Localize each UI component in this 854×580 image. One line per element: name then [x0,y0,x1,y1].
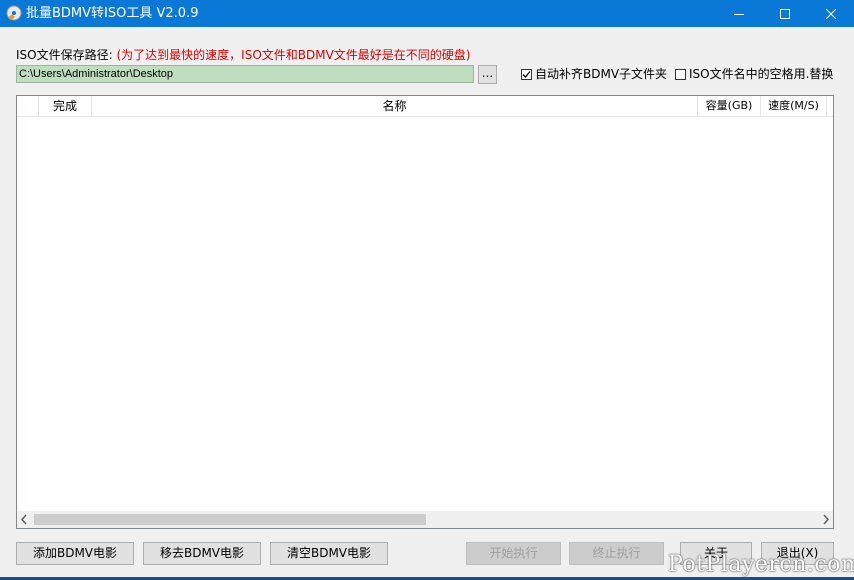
column-header-name[interactable]: 名称 [92,96,698,116]
browse-button[interactable]: ... [478,65,497,84]
column-header-speed[interactable]: 速度(M/S) [761,96,827,116]
title-bar: 批量BDMV转ISO工具 V2.0.9 [0,0,854,27]
stop-button[interactable]: 终止执行 [569,542,664,565]
path-note: (为了达到最快的速度，ISO文件和BDMV文件最好是在不同的硬盘) [116,48,471,62]
checkbox-unchecked-icon[interactable] [675,68,686,80]
watermark: PotPlayercn.com [668,552,854,577]
window-title: 批量BDMV转ISO工具 V2.0.9 [26,6,199,21]
checkbox-checked-icon[interactable] [521,68,532,80]
iso-save-path-input[interactable]: C:\Users\Administrator\Desktop [16,65,474,83]
remove-bdmv-button[interactable]: 移去BDMV电影 [143,542,261,565]
replace-spaces-label: ISO文件名中的空格用.替换 [689,67,834,81]
add-bdmv-button[interactable]: 添加BDMV电影 [16,542,134,565]
bdmv-list[interactable]: 完成 名称 容量(GB) 速度(M/S) [16,95,834,529]
scroll-left-icon[interactable] [20,514,28,528]
replace-spaces-checkbox[interactable]: ISO文件名中的空格用.替换 [675,67,833,81]
auto-fill-checkbox[interactable]: 自动补齐BDMV子文件夹 [521,67,667,81]
app-disc-icon [6,5,22,21]
scrollbar-thumb[interactable] [34,514,426,525]
scroll-right-icon[interactable] [822,514,830,528]
maximize-button[interactable] [762,0,808,27]
horizontal-scrollbar[interactable] [17,511,833,528]
start-button[interactable]: 开始执行 [466,542,561,565]
close-button[interactable] [808,0,854,27]
column-header-select[interactable] [17,96,39,116]
path-label: ISO文件保存路径: (为了达到最快的速度，ISO文件和BDMV文件最好是在不同… [16,47,471,63]
column-header-done[interactable]: 完成 [39,96,92,116]
auto-fill-label: 自动补齐BDMV子文件夹 [535,67,668,81]
column-header-size[interactable]: 容量(GB) [698,96,761,116]
path-label-text: ISO文件保存路径: [16,48,113,62]
minimize-button[interactable] [716,0,762,27]
clear-bdmv-button[interactable]: 清空BDMV电影 [270,542,388,565]
list-header: 完成 名称 容量(GB) 速度(M/S) [17,96,833,117]
